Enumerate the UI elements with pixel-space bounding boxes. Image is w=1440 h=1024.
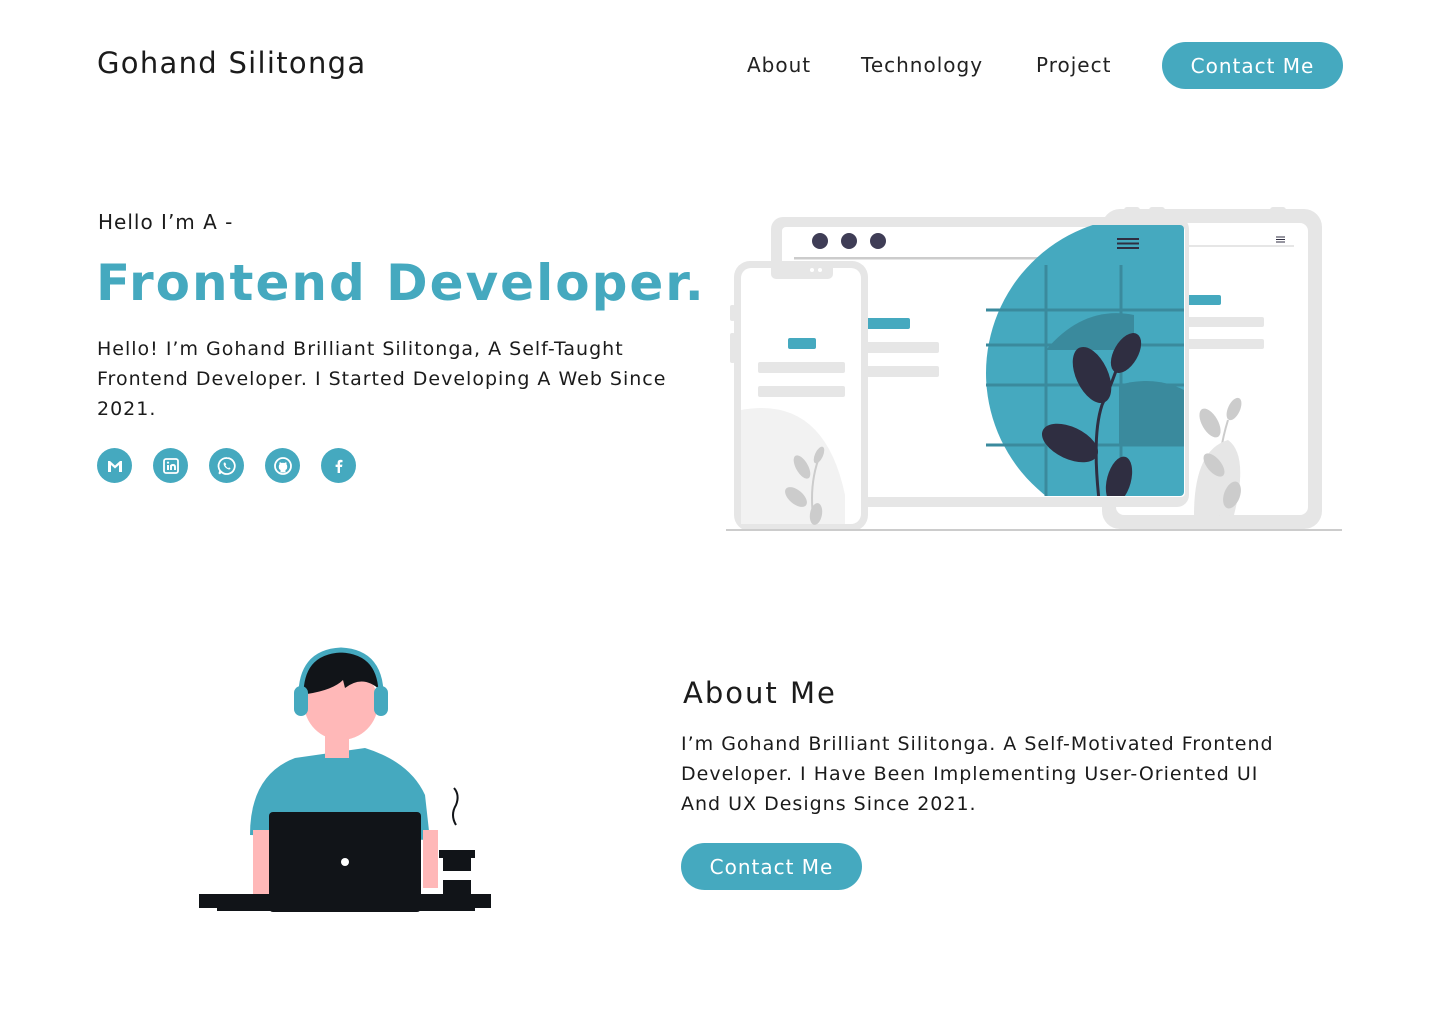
developer-at-laptop-illustration xyxy=(199,647,491,912)
facebook-icon xyxy=(335,459,342,473)
gmail-icon xyxy=(107,460,122,472)
linkedin-link[interactable] xyxy=(153,448,188,483)
about-title: About Me xyxy=(683,676,837,710)
hero-description: Hello! I’m Gohand Brilliant Silitonga, A… xyxy=(97,338,667,420)
ground-line xyxy=(726,529,1342,531)
brand-name[interactable]: Gohand Silitonga xyxy=(97,46,366,80)
gmail-link[interactable] xyxy=(97,448,132,483)
linkedin-icon xyxy=(162,457,179,474)
about-description: I’m Gohand Brilliant Silitonga. A Self-M… xyxy=(681,733,1274,815)
hero-kicker: Hello I’m A - xyxy=(98,210,234,234)
devices-illustration xyxy=(726,207,1342,531)
whatsapp-link[interactable] xyxy=(209,448,244,483)
whatsapp-icon xyxy=(217,456,236,475)
hero-title: Frontend Developer. xyxy=(96,254,706,312)
github-link[interactable] xyxy=(265,448,300,483)
nav-link-project[interactable]: Project xyxy=(1036,53,1111,77)
github-icon xyxy=(273,456,292,475)
nav-link-technology[interactable]: Technology xyxy=(861,53,983,77)
phone-illustration xyxy=(730,261,868,531)
nav-link-about[interactable]: About xyxy=(747,53,811,77)
social-links xyxy=(97,448,356,483)
top-navigation: Gohand Silitonga About Technology Projec… xyxy=(0,0,1440,130)
facebook-link[interactable] xyxy=(321,448,356,483)
about-contact-button[interactable]: Contact Me xyxy=(681,843,862,890)
nav-contact-button[interactable]: Contact Me xyxy=(1162,42,1343,89)
